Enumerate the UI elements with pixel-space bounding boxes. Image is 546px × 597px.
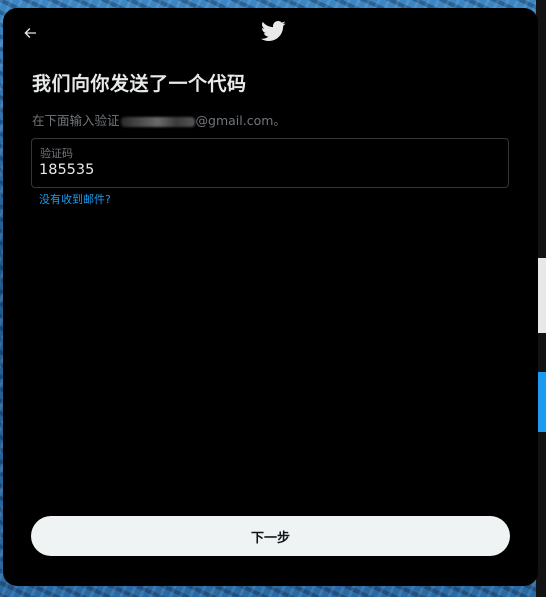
verification-dialog: 我们向你发送了一个代码 在下面输入验证 @gmail.com。 验证码 没有收到邮… bbox=[3, 8, 538, 586]
redacted-email-mask bbox=[120, 116, 195, 127]
next-button[interactable]: 下一步 bbox=[31, 516, 510, 556]
dialog-subtitle: 在下面输入验证 @gmail.com。 bbox=[32, 110, 286, 129]
subtitle-prefix: 在下面输入验证 bbox=[32, 113, 120, 128]
dialog-title: 我们向你发送了一个代码 bbox=[32, 73, 247, 95]
twitter-bird-logo bbox=[261, 20, 286, 41]
resend-email-link[interactable]: 没有收到邮件? bbox=[39, 191, 111, 207]
subtitle-email-domain: @gmail.com。 bbox=[195, 113, 286, 128]
back-button[interactable] bbox=[17, 20, 43, 46]
back-arrow-icon bbox=[24, 28, 36, 38]
code-field-label: 验证码 bbox=[40, 147, 73, 160]
verification-code-input[interactable] bbox=[39, 162, 499, 178]
verification-code-field[interactable]: 验证码 bbox=[31, 138, 509, 188]
